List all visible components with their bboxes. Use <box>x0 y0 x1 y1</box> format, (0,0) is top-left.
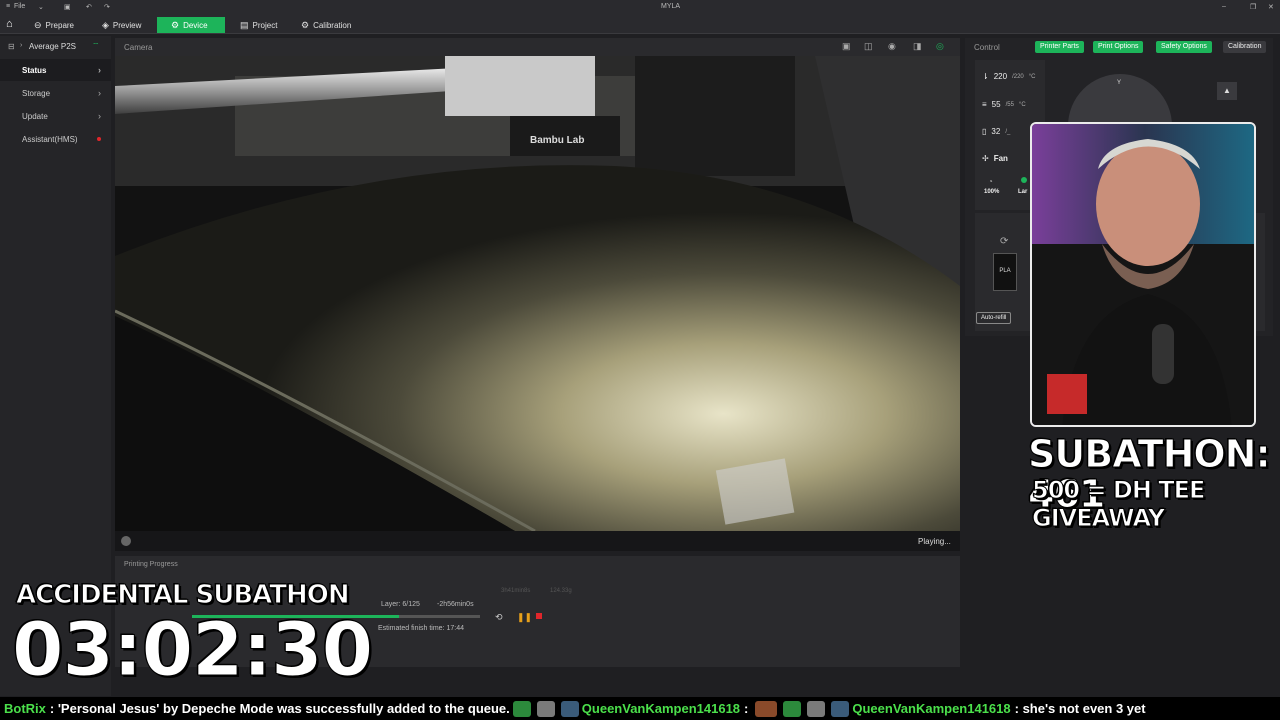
subathon-timer: 03:02:30 <box>11 607 373 693</box>
file-menu[interactable]: File <box>14 3 25 10</box>
sidebar-item-update[interactable]: Update › <box>0 105 111 127</box>
camera-header: Camera ▣ ◫ ◉ ◨ ◎ <box>115 38 960 56</box>
sidebar-item-status[interactable]: Status › <box>0 59 111 81</box>
z-up-button[interactable]: ▲ <box>1217 82 1237 100</box>
printer-name: Average P2S <box>29 42 76 51</box>
chevron-right-icon: › <box>20 42 23 49</box>
chevron-right-icon: › <box>98 111 101 121</box>
ticker-bot-name: BotRix <box>4 701 46 716</box>
nozzle-icon: ⇂ <box>982 72 989 81</box>
camera-switch-icon[interactable]: ◨ <box>913 41 922 52</box>
accidental-subathon-label: ACCIDENTAL SUBATHON <box>16 580 351 611</box>
redo-icon[interactable]: ↷ <box>104 3 110 11</box>
fan-icon: ✢ <box>982 154 989 163</box>
title-bar: ≡ File ⌄ ▣ ↶ ↷ MYLA – ❐ ✕ <box>0 0 1280 16</box>
safety-options-button[interactable]: Safety Options <box>1156 41 1212 53</box>
record-icon[interactable]: ▣ <box>842 41 851 52</box>
emote-icon <box>512 700 531 717</box>
tab-device[interactable]: ⚙ Device <box>157 17 225 33</box>
printer-parts-button[interactable]: Printer Parts <box>1035 41 1084 53</box>
camera-title: Camera <box>124 43 153 52</box>
refresh-icon[interactable]: ⟳ <box>1000 236 1008 247</box>
emote-icon <box>536 700 555 717</box>
lamp-toggle[interactable] <box>1021 177 1027 183</box>
sidebar-item-assistant[interactable]: Assistant(HMS) <box>0 128 111 150</box>
camera-status: Playing... <box>918 537 951 546</box>
total-time: 3h41min8s <box>501 588 531 594</box>
filament-slot[interactable]: PLA <box>993 253 1017 291</box>
maximize-button[interactable]: ❐ <box>1250 3 1256 11</box>
fan-gauge-icon: ◔ <box>988 177 993 186</box>
tab-bar: ⌂ ⊖ Prepare ◈ Preview ⚙ Device ▤ Project ⚙ Ca… <box>0 16 1280 34</box>
progress-title: Printing Progress <box>124 561 178 568</box>
emote-icon <box>807 700 826 717</box>
y-axis-label: Y <box>1117 80 1122 86</box>
ticker-separator: : <box>744 701 749 716</box>
skip-icon[interactable]: ⟲ <box>495 612 503 623</box>
chat-ticker: BotRix : 'Personal Jesus' by Depeche Mod… <box>0 697 1280 720</box>
app-title: MYLA <box>661 3 681 10</box>
home-icon[interactable]: ⌂ <box>6 18 13 30</box>
settings-icon[interactable] <box>121 536 131 546</box>
timelapse-icon[interactable]: ◫ <box>864 41 873 52</box>
tab-prepare[interactable]: ⊖ Prepare <box>28 17 80 33</box>
camera-feed[interactable]: Bambu Lab <box>115 56 960 531</box>
estimated-finish: Estimated finish time: 17:44 <box>378 625 464 632</box>
ticker-user: QueenVanKampen141618 <box>852 701 1011 716</box>
tab-calibration[interactable]: ⚙ Calibration <box>295 17 357 33</box>
calibration-button[interactable]: Calibration <box>1223 41 1267 53</box>
camera-footer: Playing... <box>115 531 960 551</box>
chamber-temp[interactable]: ▯ 32/_ <box>982 127 1010 136</box>
close-button[interactable]: ✕ <box>1268 3 1274 11</box>
chevron-down-icon[interactable]: ⌄ <box>38 3 44 11</box>
project-icon: ▤ <box>240 19 249 30</box>
preview-icon: ◈ <box>102 19 109 30</box>
bed-icon: ≡ <box>982 100 987 109</box>
printer-icon: ⊟ <box>8 42 15 51</box>
tab-preview[interactable]: ◈ Preview <box>96 17 147 33</box>
webcam-overlay <box>1030 122 1256 427</box>
tab-project[interactable]: ▤ Project <box>234 17 283 33</box>
emote-icon <box>755 700 778 717</box>
bed-temp[interactable]: ≡ 55/55 °C <box>982 100 1026 109</box>
chevron-right-icon: › <box>98 65 101 75</box>
pause-button[interactable]: ❚❚ <box>517 612 532 623</box>
control-title: Control <box>974 43 1000 52</box>
chevron-right-icon: › <box>98 88 101 98</box>
printer-selector[interactable]: ⊟ › Average P2S ⌔ <box>0 39 111 55</box>
ticker-message: : she's not even 3 yet <box>1014 701 1146 716</box>
wifi-icon: ⌔ <box>92 41 100 50</box>
camera-image: Bambu Lab <box>115 56 960 531</box>
layer-count: Layer: 6/125 <box>381 601 420 608</box>
live-status-icon[interactable]: ◎ <box>936 41 944 52</box>
filament-weight: 124.33g <box>550 588 572 594</box>
print-options-button[interactable]: Print Options <box>1093 41 1144 53</box>
sidebar-item-storage[interactable]: Storage › <box>0 82 111 104</box>
save-icon[interactable]: ▣ <box>64 3 71 11</box>
giveaway-text: 500 = DH TEE GIVEAWAY <box>1032 476 1206 533</box>
snapshot-icon[interactable]: ◉ <box>888 41 896 52</box>
emote-icon <box>783 700 802 717</box>
menu-icon[interactable]: ≡ <box>6 3 10 10</box>
time-remaining: -2h56min0s <box>437 601 474 608</box>
device-icon: ⚙ <box>171 19 180 30</box>
streamer-webcam-image <box>1032 124 1254 425</box>
stop-button[interactable] <box>536 613 542 619</box>
auto-refill-button[interactable]: Auto-refill <box>976 312 1012 324</box>
minimize-button[interactable]: – <box>1222 3 1226 10</box>
ticker-message: : 'Personal Jesus' by Depeche Mode was s… <box>49 701 510 716</box>
chamber-icon: ▯ <box>982 127 987 136</box>
nozzle-temp[interactable]: ⇂ 220/220 °C <box>982 72 1035 81</box>
calibration-icon: ⚙ <box>301 19 310 30</box>
fan-speed[interactable]: 100% <box>984 189 999 195</box>
prepare-icon: ⊖ <box>34 19 42 30</box>
alert-dot <box>97 137 101 141</box>
emote-icon <box>831 700 850 717</box>
svg-text:Bambu Lab: Bambu Lab <box>530 135 584 146</box>
fan-row: ✢ Fan <box>982 154 1008 163</box>
emote-icon <box>560 700 579 717</box>
undo-icon[interactable]: ↶ <box>86 3 92 11</box>
ticker-user: QueenVanKampen141618 <box>581 701 741 716</box>
lamp-label: Lar <box>1018 189 1028 195</box>
